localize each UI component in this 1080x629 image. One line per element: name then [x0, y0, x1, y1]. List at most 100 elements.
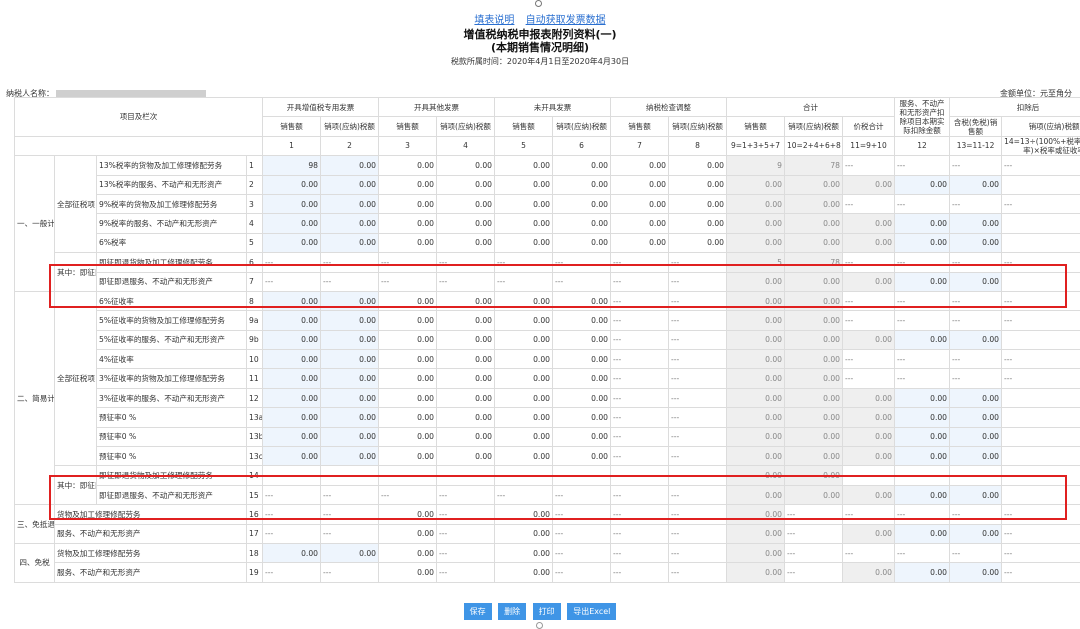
value-cell[interactable]: 0.00 — [669, 214, 727, 233]
value-cell[interactable]: 0.00 — [495, 311, 553, 330]
value-cell[interactable]: 0.00 — [263, 311, 321, 330]
value-cell[interactable]: 0.00 — [785, 408, 843, 427]
value-cell[interactable]: 0.00 — [669, 233, 727, 252]
value-cell[interactable]: 0.00 — [553, 447, 611, 466]
value-cell[interactable]: 0.00 — [437, 350, 495, 369]
value-cell[interactable]: 0.00 — [437, 175, 495, 194]
value-cell[interactable]: 78 — [785, 253, 843, 272]
value-cell[interactable]: 0.00 — [263, 194, 321, 213]
value-cell[interactable]: 0.00 — [727, 485, 785, 504]
value-cell[interactable]: 0.00 — [321, 233, 379, 252]
value-cell[interactable]: 0.00 — [263, 175, 321, 194]
value-cell[interactable]: 0.00 — [495, 194, 553, 213]
value-cell[interactable]: 0.00 — [785, 447, 843, 466]
value-cell[interactable]: 0.00 — [437, 194, 495, 213]
value-cell[interactable]: 0.00 — [727, 369, 785, 388]
value-cell[interactable]: 0.00 — [437, 408, 495, 427]
value-cell[interactable]: 0.00 — [727, 291, 785, 310]
value-cell[interactable]: 0.00 — [263, 447, 321, 466]
value-cell[interactable]: 0.00 — [785, 272, 843, 291]
value-cell[interactable]: 0.00 — [785, 466, 843, 485]
value-cell[interactable]: 0.00 — [495, 175, 553, 194]
value-cell[interactable]: 0.00 — [1002, 272, 1080, 291]
value-cell[interactable]: 0.00 — [727, 311, 785, 330]
value-cell[interactable]: 0.00 — [843, 330, 895, 349]
value-cell[interactable]: 0.00 — [437, 369, 495, 388]
value-cell[interactable]: 0.00 — [727, 427, 785, 446]
value-cell[interactable]: 0.00 — [379, 408, 437, 427]
value-cell[interactable]: 0.00 — [495, 233, 553, 252]
value-cell[interactable]: 0.00 — [321, 427, 379, 446]
value-cell[interactable]: 0.00 — [669, 175, 727, 194]
value-cell[interactable]: 0.00 — [437, 214, 495, 233]
value-cell[interactable]: 0.00 — [1002, 485, 1080, 504]
value-cell[interactable]: 0.00 — [495, 505, 553, 524]
value-cell[interactable]: 0.00 — [950, 427, 1002, 446]
value-cell[interactable]: 0.00 — [553, 427, 611, 446]
value-cell[interactable]: 0.00 — [950, 388, 1002, 407]
value-cell[interactable]: 0.00 — [895, 563, 950, 582]
value-cell[interactable]: 0.00 — [895, 272, 950, 291]
value-cell[interactable]: 0.00 — [669, 194, 727, 213]
value-cell[interactable]: 0.00 — [785, 233, 843, 252]
value-cell[interactable]: 0.00 — [437, 330, 495, 349]
value-cell[interactable]: 0.00 — [379, 330, 437, 349]
value-cell[interactable]: 0.00 — [379, 175, 437, 194]
value-cell[interactable]: 0.00 — [553, 311, 611, 330]
value-cell[interactable]: 0.00 — [321, 156, 379, 175]
value-cell[interactable]: 0.00 — [950, 214, 1002, 233]
value-cell[interactable]: 0.00 — [727, 447, 785, 466]
value-cell[interactable]: 0.00 — [553, 350, 611, 369]
value-cell[interactable]: 0.00 — [785, 388, 843, 407]
value-cell[interactable]: 0.00 — [950, 272, 1002, 291]
value-cell[interactable]: 0.00 — [263, 369, 321, 388]
value-cell[interactable]: 0.00 — [669, 156, 727, 175]
fill-instructions-link[interactable]: 填表说明 — [474, 15, 514, 26]
value-cell[interactable]: 0.00 — [843, 408, 895, 427]
value-cell[interactable]: 0.00 — [895, 485, 950, 504]
value-cell[interactable]: 0.00 — [1002, 427, 1080, 446]
value-cell[interactable]: 0.00 — [950, 563, 1002, 582]
value-cell[interactable]: 0.00 — [727, 388, 785, 407]
value-cell[interactable]: 98 — [263, 156, 321, 175]
value-cell[interactable]: 0.00 — [727, 524, 785, 543]
value-cell[interactable]: 0.00 — [727, 505, 785, 524]
value-cell[interactable]: 0.00 — [895, 175, 950, 194]
value-cell[interactable]: 0.00 — [437, 311, 495, 330]
value-cell[interactable]: 0.00 — [553, 194, 611, 213]
value-cell[interactable]: 0.00 — [379, 311, 437, 330]
value-cell[interactable]: 0.00 — [495, 369, 553, 388]
value-cell[interactable]: 0.00 — [1002, 388, 1080, 407]
save-button[interactable]: 保存 — [464, 603, 492, 620]
value-cell[interactable]: 0.00 — [379, 524, 437, 543]
value-cell[interactable]: 0.00 — [437, 156, 495, 175]
value-cell[interactable]: 0.00 — [843, 272, 895, 291]
value-cell[interactable]: 0.00 — [1002, 330, 1080, 349]
value-cell[interactable]: 0.00 — [727, 350, 785, 369]
value-cell[interactable]: 0.00 — [263, 233, 321, 252]
value-cell[interactable]: 0.00 — [727, 330, 785, 349]
value-cell[interactable]: 0.00 — [321, 543, 379, 562]
value-cell[interactable]: 0.00 — [553, 291, 611, 310]
value-cell[interactable]: 0.00 — [1002, 175, 1080, 194]
value-cell[interactable]: 0.00 — [843, 427, 895, 446]
value-cell[interactable]: 0.00 — [611, 194, 669, 213]
value-cell[interactable]: 0.00 — [553, 369, 611, 388]
value-cell[interactable]: 0.00 — [379, 156, 437, 175]
value-cell[interactable]: 0.00 — [321, 350, 379, 369]
value-cell[interactable]: 0.00 — [950, 447, 1002, 466]
auto-fetch-invoice-link[interactable]: 自动获取发票数据 — [526, 15, 606, 26]
value-cell[interactable]: 0.00 — [727, 272, 785, 291]
value-cell[interactable]: 0.00 — [785, 214, 843, 233]
value-cell[interactable]: 0.00 — [895, 447, 950, 466]
value-cell[interactable]: 0.00 — [495, 447, 553, 466]
value-cell[interactable]: 0.00 — [553, 214, 611, 233]
value-cell[interactable]: 0.00 — [263, 408, 321, 427]
value-cell[interactable]: 0.00 — [379, 369, 437, 388]
value-cell[interactable]: 0.00 — [379, 563, 437, 582]
value-cell[interactable]: 0.00 — [843, 175, 895, 194]
value-cell[interactable]: 0.00 — [843, 485, 895, 504]
value-cell[interactable]: 0.00 — [553, 388, 611, 407]
value-cell[interactable]: 0.00 — [1002, 233, 1080, 252]
value-cell[interactable]: 0.00 — [321, 369, 379, 388]
